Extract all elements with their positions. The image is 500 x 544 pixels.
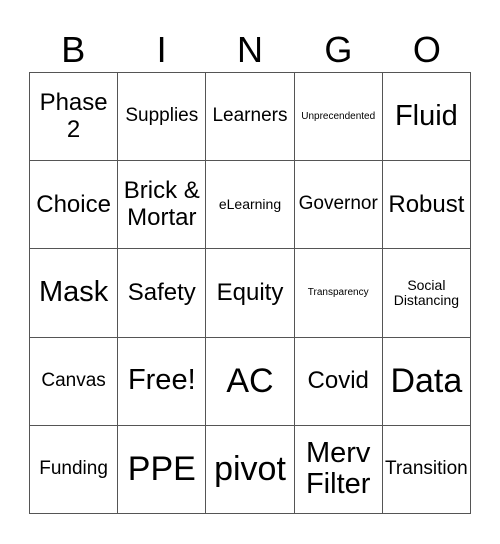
bingo-cell[interactable]: Unprecendented	[294, 73, 383, 162]
bingo-cell[interactable]: Robust	[382, 161, 471, 250]
bingo-cell[interactable]: Covid	[294, 337, 383, 426]
bingo-cell[interactable]: Free!	[118, 337, 207, 426]
bingo-cell[interactable]: Transition	[382, 425, 471, 514]
bingo-cell[interactable]: Merv Filter	[294, 425, 383, 514]
bingo-cell[interactable]: eLearning	[206, 161, 295, 250]
bingo-cell[interactable]: pivot	[206, 425, 295, 514]
header-letter-i: I	[156, 29, 167, 70]
bingo-cell[interactable]: Phase 2	[30, 73, 119, 162]
bingo-cell[interactable]: Supplies	[118, 73, 207, 162]
bingo-cell[interactable]: AC	[206, 337, 295, 426]
bingo-cell[interactable]: Transparency	[294, 249, 383, 338]
bingo-header: B I N G O	[29, 28, 471, 72]
bingo-cell[interactable]: Safety	[118, 249, 207, 338]
header-letter-n: N	[237, 29, 264, 70]
bingo-cell[interactable]: Fluid	[382, 73, 471, 162]
bingo-cell[interactable]: Learners	[206, 73, 295, 162]
bingo-cell[interactable]: Governor	[294, 161, 383, 250]
bingo-cell[interactable]: Data	[382, 337, 471, 426]
bingo-cell[interactable]: Social Distancing	[382, 249, 471, 338]
bingo-cell[interactable]: Equity	[206, 249, 295, 338]
bingo-cell[interactable]: Brick & Mortar	[118, 161, 207, 250]
header-letter-o: O	[412, 29, 441, 70]
bingo-cell[interactable]: PPE	[118, 425, 207, 514]
bingo-cell[interactable]: Funding	[30, 425, 119, 514]
bingo-cell[interactable]: Mask	[30, 249, 119, 338]
header-letter-b: B	[61, 29, 86, 70]
header-letter-g: G	[324, 29, 353, 70]
bingo-cell[interactable]: Choice	[30, 161, 119, 250]
bingo-cell[interactable]: Canvas	[30, 337, 119, 426]
bingo-grid: Phase 2 Supplies Learners Unprecendented Flu…	[29, 72, 471, 514]
